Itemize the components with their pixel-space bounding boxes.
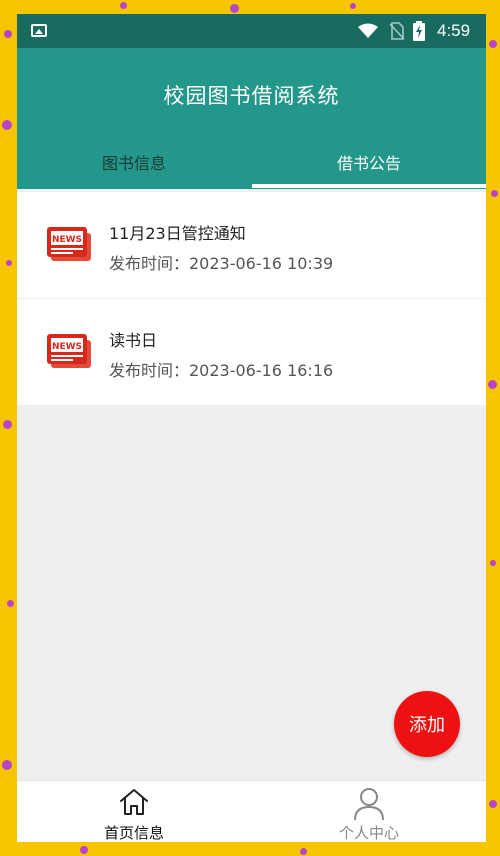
tab-book-info[interactable]: 图书信息 — [17, 150, 251, 174]
announcement-title: 读书日 — [109, 331, 158, 350]
announcement-publish-time: 发布时间：2023-06-16 16:16 — [109, 361, 334, 380]
news-icon: NEWS — [47, 227, 91, 261]
gallery-icon — [31, 24, 47, 37]
announcement-publish-time: 发布时间：2023-06-16 10:39 — [109, 254, 334, 273]
app-bar: 校园图书借阅系统 图书信息 借书公告 — [17, 48, 486, 189]
status-time: 4:59 — [437, 21, 471, 40]
phone-screen: 4:59 校园图书借阅系统 图书信息 借书公告 NEWS 11月23日管控通知 … — [17, 14, 486, 842]
nav-home-label: 首页信息 — [103, 824, 164, 842]
svg-text:NEWS: NEWS — [52, 342, 82, 352]
page-title: 校园图书借阅系统 — [163, 84, 340, 108]
svg-text:NEWS: NEWS — [52, 235, 82, 245]
list-item[interactable]: NEWS 11月23日管控通知 发布时间：2023-06-16 10:39 — [17, 192, 486, 299]
nav-profile[interactable]: 个人中心 — [252, 781, 486, 842]
announcement-title: 11月23日管控通知 — [109, 224, 246, 243]
list-item[interactable]: NEWS 读书日 发布时间：2023-06-16 16:16 — [17, 299, 486, 405]
battery-charging-icon — [413, 21, 425, 41]
add-button[interactable]: 添加 — [394, 691, 460, 757]
no-sim-icon — [389, 22, 405, 40]
home-icon — [120, 789, 148, 815]
news-icon: NEWS — [47, 334, 91, 368]
nav-home[interactable]: 首页信息 — [17, 781, 251, 842]
wifi-icon — [358, 23, 378, 38]
bottom-nav: 首页信息 个人中心 — [17, 780, 486, 842]
announcement-list: NEWS 11月23日管控通知 发布时间：2023-06-16 10:39 NE… — [17, 192, 486, 405]
tab-indicator — [252, 184, 486, 188]
tab-borrow-announcement[interactable]: 借书公告 — [252, 150, 486, 174]
person-icon — [354, 788, 384, 821]
nav-profile-label: 个人中心 — [338, 824, 399, 842]
status-bar: 4:59 — [17, 14, 486, 48]
